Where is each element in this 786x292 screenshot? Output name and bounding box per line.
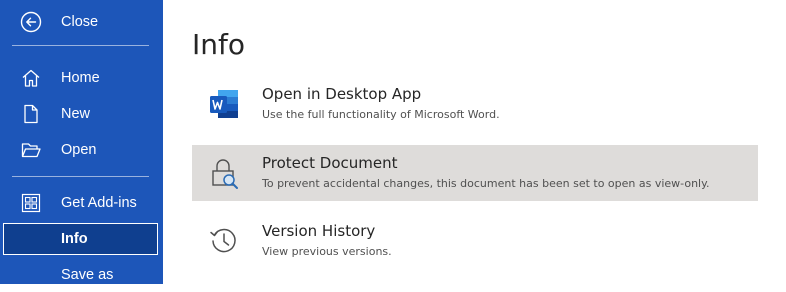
option-description: To prevent accidental changes, this docu…: [262, 177, 710, 190]
history-icon: [206, 223, 242, 259]
nav-item-label: Info: [61, 231, 88, 247]
back-arrow-icon: [20, 11, 42, 33]
option-title: Version History: [262, 222, 376, 240]
nav-item-info[interactable]: Info: [3, 223, 158, 255]
word-app-icon: [206, 86, 242, 122]
nav-item-label: Open: [61, 142, 97, 158]
close-button[interactable]: Close: [0, 5, 163, 39]
backstage-sidebar: Close Home New Open Get Add-ins Info Sav…: [0, 0, 163, 284]
nav-item-open[interactable]: Open: [0, 133, 163, 167]
open-in-desktop-app-option[interactable]: Open in Desktop App Use the full functio…: [192, 76, 758, 132]
nav-item-new[interactable]: New: [0, 97, 163, 131]
page-title: Info: [192, 28, 245, 61]
nav-item-get-add-ins[interactable]: Get Add-ins: [0, 186, 163, 220]
nav-divider: [12, 45, 149, 46]
protect-document-option[interactable]: Protect Document To prevent accidental c…: [192, 145, 758, 201]
folder-open-icon: [20, 139, 42, 161]
nav-item-home[interactable]: Home: [0, 61, 163, 95]
nav-item-label: Home: [61, 70, 100, 86]
nav-item-label: New: [61, 106, 91, 122]
add-ins-grid-icon: [20, 192, 42, 214]
lock-search-icon: [206, 155, 242, 191]
info-panel: Info Open in Desktop App Use the full fu…: [163, 0, 786, 284]
nav-item-label: Get Add-ins: [61, 195, 137, 211]
nav-item-save-as[interactable]: Save as: [0, 258, 163, 292]
option-description: Use the full functionality of Microsoft …: [262, 108, 500, 121]
nav-item-label: Save as: [61, 267, 114, 283]
option-description: View previous versions.: [262, 245, 392, 258]
option-title: Open in Desktop App: [262, 85, 422, 103]
option-title: Protect Document: [262, 154, 398, 172]
close-label: Close: [61, 14, 99, 30]
home-icon: [20, 67, 42, 89]
nav-divider: [12, 176, 149, 177]
new-document-icon: [20, 103, 42, 125]
version-history-option[interactable]: Version History View previous versions.: [192, 213, 758, 269]
